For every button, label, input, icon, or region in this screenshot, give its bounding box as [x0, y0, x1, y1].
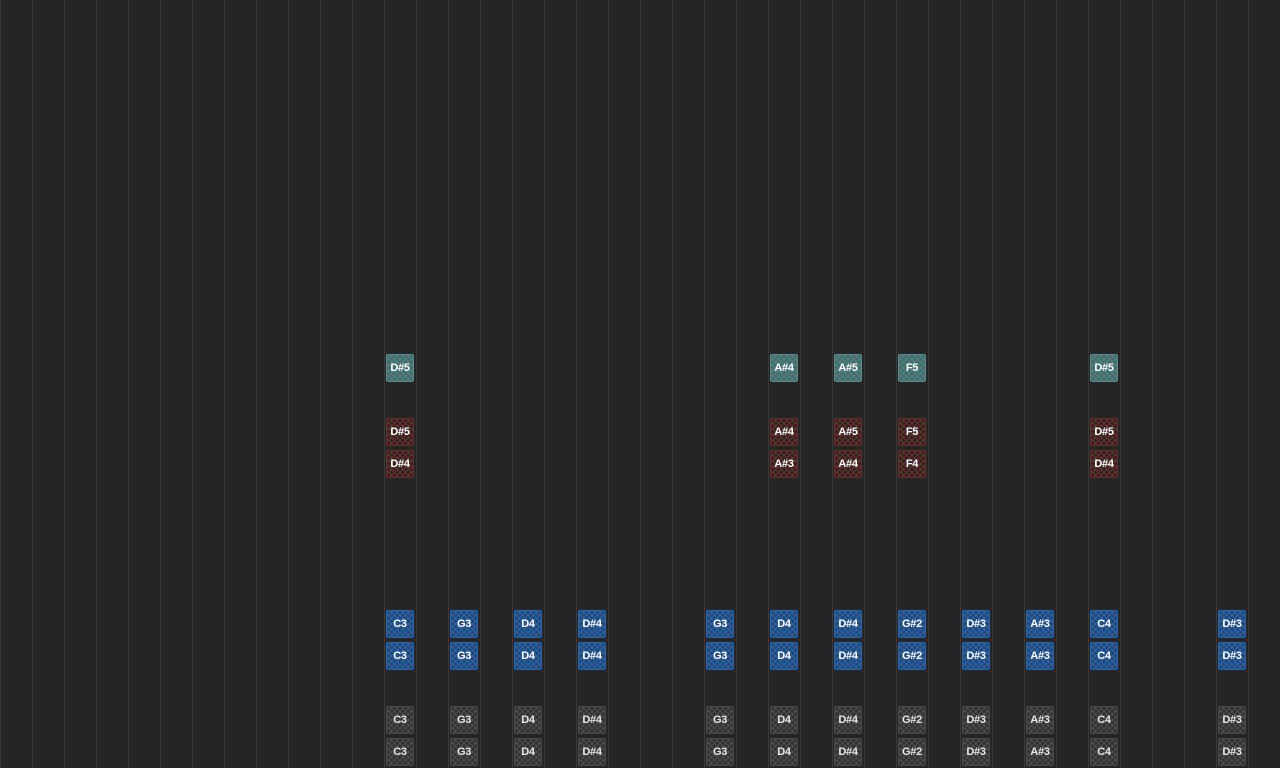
note-block[interactable]: D4 — [514, 706, 542, 734]
note-block[interactable]: F5 — [898, 418, 926, 446]
note-block[interactable]: D4 — [770, 738, 798, 766]
note-block[interactable]: C4 — [1090, 610, 1118, 638]
note-block[interactable]: D#4 — [834, 642, 862, 670]
note-block[interactable]: D#3 — [1218, 642, 1246, 670]
note-block[interactable]: D#5 — [1090, 418, 1118, 446]
note-block[interactable]: D#4 — [578, 610, 606, 638]
note-block[interactable]: D#3 — [1218, 738, 1246, 766]
note-block[interactable]: D#4 — [578, 642, 606, 670]
note-block[interactable]: G#2 — [898, 642, 926, 670]
note-block[interactable]: G3 — [706, 642, 734, 670]
note-block[interactable]: A#3 — [1026, 610, 1054, 638]
note-block[interactable]: A#4 — [770, 418, 798, 446]
note-block[interactable]: G3 — [450, 610, 478, 638]
note-block[interactable]: G3 — [450, 706, 478, 734]
note-block[interactable]: D#3 — [962, 642, 990, 670]
note-block[interactable]: D#5 — [1090, 354, 1118, 382]
note-block[interactable]: A#4 — [834, 450, 862, 478]
note-block[interactable]: D#4 — [1090, 450, 1118, 478]
note-block[interactable]: D#5 — [386, 354, 414, 382]
note-block[interactable]: D4 — [770, 706, 798, 734]
note-block[interactable]: C4 — [1090, 706, 1118, 734]
note-block[interactable]: C3 — [386, 706, 414, 734]
note-block[interactable]: D#4 — [386, 450, 414, 478]
note-block[interactable]: D4 — [770, 610, 798, 638]
note-block[interactable]: A#5 — [834, 354, 862, 382]
note-block[interactable]: D#3 — [962, 706, 990, 734]
note-block[interactable]: D#4 — [834, 706, 862, 734]
note-block[interactable]: C4 — [1090, 738, 1118, 766]
note-block[interactable]: F4 — [898, 450, 926, 478]
note-block[interactable]: G3 — [706, 706, 734, 734]
note-block[interactable]: C3 — [386, 642, 414, 670]
note-block[interactable]: D#5 — [386, 418, 414, 446]
note-block[interactable]: A#3 — [1026, 642, 1054, 670]
note-block[interactable]: G#2 — [898, 738, 926, 766]
note-block[interactable]: G#2 — [898, 610, 926, 638]
note-block[interactable]: A#4 — [770, 354, 798, 382]
note-block[interactable]: D#3 — [1218, 610, 1246, 638]
note-block[interactable]: A#3 — [770, 450, 798, 478]
note-block[interactable]: G3 — [450, 738, 478, 766]
note-block[interactable]: A#3 — [1026, 706, 1054, 734]
note-block[interactable]: G#2 — [898, 706, 926, 734]
note-block[interactable]: G3 — [450, 642, 478, 670]
note-block[interactable]: G3 — [706, 738, 734, 766]
note-block[interactable]: G3 — [706, 610, 734, 638]
note-block[interactable]: D4 — [514, 610, 542, 638]
note-block[interactable]: C4 — [1090, 642, 1118, 670]
note-block[interactable]: D4 — [514, 642, 542, 670]
note-grid[interactable] — [0, 0, 1280, 768]
note-block[interactable]: F5 — [898, 354, 926, 382]
note-block[interactable]: A#5 — [834, 418, 862, 446]
note-block[interactable]: D#4 — [578, 706, 606, 734]
note-block[interactable]: D#4 — [834, 610, 862, 638]
note-block[interactable]: D4 — [770, 642, 798, 670]
note-block[interactable]: D#3 — [962, 738, 990, 766]
note-block[interactable]: D4 — [514, 738, 542, 766]
note-block[interactable]: C3 — [386, 610, 414, 638]
note-block[interactable]: A#3 — [1026, 738, 1054, 766]
note-block[interactable]: D#4 — [834, 738, 862, 766]
note-block[interactable]: D#4 — [578, 738, 606, 766]
note-block[interactable]: D#3 — [962, 610, 990, 638]
note-block[interactable]: D#3 — [1218, 706, 1246, 734]
note-block[interactable]: C3 — [386, 738, 414, 766]
